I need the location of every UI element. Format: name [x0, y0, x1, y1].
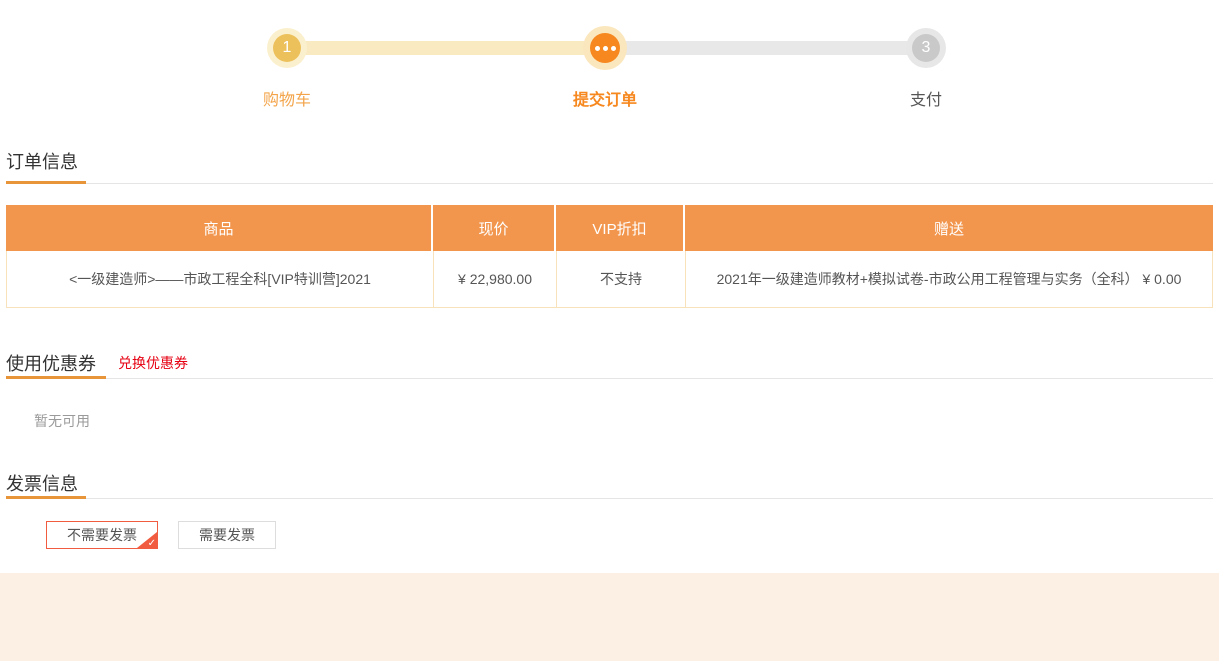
cell-gift: 2021年一级建造师教材+模拟试卷-市政公用工程管理与实务（全科） ¥ 0.00 [686, 251, 1212, 307]
invoice-section-accent [6, 496, 86, 499]
order-section-title: 订单信息 [6, 148, 78, 174]
need-invoice-button[interactable]: 需要发票 [178, 521, 276, 549]
cell-vip-discount: 不支持 [557, 251, 686, 307]
ellipsis-icon [590, 33, 620, 63]
no-invoice-label: 不需要发票 [67, 525, 137, 545]
coupon-section-accent [6, 376, 106, 379]
coupon-section-title: 使用优惠券 [6, 350, 96, 376]
invoice-section-divider [6, 498, 1213, 499]
step-pay-number: 3 [912, 34, 940, 62]
stepper-track-todo [605, 41, 926, 55]
step-cart-label: 购物车 [177, 86, 397, 110]
col-product: 商品 [6, 205, 433, 251]
col-price: 现价 [433, 205, 556, 251]
coupon-section-divider [6, 378, 1213, 379]
order-section-divider [6, 183, 1213, 184]
order-section-accent [6, 181, 86, 184]
checkout-page: 1 3 购物车 提交订单 支付 订单信息 商品 现价 VIP折扣 赠送 <一级建… [0, 0, 1219, 661]
col-vip-discount: VIP折扣 [556, 205, 685, 251]
step-cart-circle: 1 [267, 28, 307, 68]
order-table-header: 商品 现价 VIP折扣 赠送 [6, 205, 1213, 251]
cell-product: <一级建造师>——市政工程全科[VIP特训营]2021 [7, 251, 434, 307]
no-invoice-button[interactable]: 不需要发票 ✓ [46, 521, 158, 549]
col-gift: 赠送 [685, 205, 1213, 251]
step-cart-number: 1 [273, 34, 301, 62]
stepper-track-done [287, 41, 605, 55]
need-invoice-label: 需要发票 [199, 525, 255, 545]
step-submit-label: 提交订单 [495, 86, 715, 110]
order-table: 商品 现价 VIP折扣 赠送 <一级建造师>——市政工程全科[VIP特训营]20… [6, 205, 1213, 308]
step-pay-circle: 3 [906, 28, 946, 68]
coupon-empty-text: 暂无可用 [34, 411, 90, 431]
invoice-section-title: 发票信息 [6, 470, 78, 496]
cell-price: ¥ 22,980.00 [434, 251, 557, 307]
table-row: <一级建造师>——市政工程全科[VIP特训营]2021 ¥ 22,980.00 … [6, 251, 1213, 308]
step-pay-label: 支付 [816, 86, 1036, 110]
check-icon: ✓ [148, 538, 156, 549]
summary-bar: 商品总价： ¥ 22,980.00 享受折扣： ¥ 0.00 现金账户余额： ¥… [0, 573, 1219, 661]
step-submit-circle [583, 26, 627, 70]
redeem-coupon-link[interactable]: 兑换优惠券 [118, 353, 188, 373]
